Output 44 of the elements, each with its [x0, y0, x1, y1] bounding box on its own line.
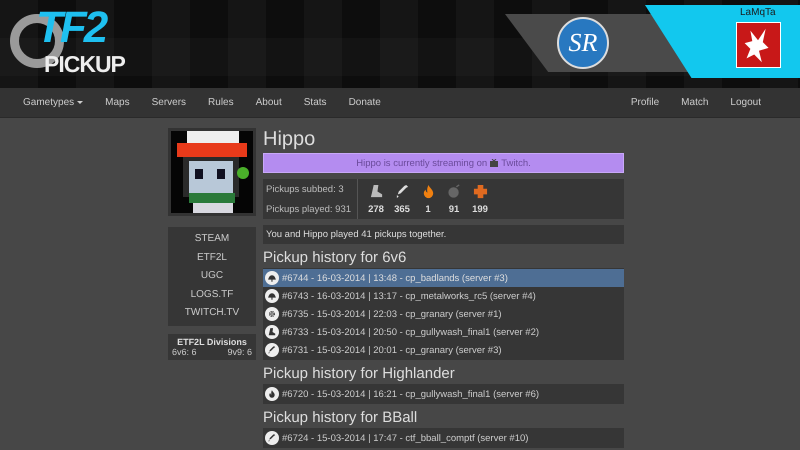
streaming-text: Hippo is currently streaming on: [356, 158, 488, 168]
nav-link[interactable]: About: [244, 97, 293, 108]
history-row[interactable]: #6733 - 15-03-2014 | 20:50 - cp_gullywash_final1 (server #2): [263, 323, 624, 341]
nav-link[interactable]: Profile: [620, 97, 670, 108]
together-text: You and Hippo played 41 pickups together.: [263, 225, 624, 244]
nav-link[interactable]: Rules: [197, 97, 245, 108]
history-row[interactable]: #6724 - 15-03-2014 | 17:47 - ctf_bball_comptf (server #10): [263, 429, 624, 447]
history-row[interactable]: #6731 - 15-03-2014 | 20:01 - cp_granary (server #3): [263, 341, 624, 359]
section-heading: Pickup history for BBall: [263, 409, 418, 426]
tv-icon: [490, 159, 498, 167]
external-site-link[interactable]: ETF2L: [196, 248, 227, 267]
division-label: 6v6: 6: [172, 346, 197, 356]
external-site-link[interactable]: LOGS.TF: [190, 286, 234, 304]
nav-link[interactable]: Gametypes: [12, 97, 94, 108]
history-row[interactable]: #6744 - 16-03-2014 | 13:48 - cp_badlands (server #3): [263, 269, 624, 287]
class-count: 199: [472, 204, 488, 214]
user-avatar[interactable]: [736, 22, 781, 68]
division-label: 9v9: 6: [227, 346, 252, 356]
section-heading: Pickup history for Highlander: [263, 365, 456, 382]
player-name: Hippo: [263, 128, 316, 150]
section-heading: Pickup history for 6v6: [263, 249, 408, 266]
external-site-link[interactable]: STEAM: [194, 230, 230, 248]
nav-link[interactable]: Logout: [719, 97, 772, 108]
username[interactable]: LaMqTa: [740, 7, 776, 19]
cross-icon: [472, 184, 488, 198]
history-row[interactable]: #6743 - 16-03-2014 | 13:17 - cp_metalworks_rc5 (server #4): [263, 287, 624, 305]
nav-link[interactable]: Servers: [140, 97, 198, 108]
external-site-link[interactable]: TWITCH.TV: [184, 304, 240, 322]
history-row[interactable]: #6720 - 15-03-2014 | 16:21 - cp_gullywash_final1 (server #6): [263, 385, 624, 403]
boot-icon: [368, 184, 384, 198]
class-count: 278: [368, 204, 384, 214]
subbed-count: Pickups subbed: 3: [266, 184, 345, 194]
played-count: Pickups played: 931: [266, 204, 352, 214]
nav-link[interactable]: Stats: [292, 97, 338, 108]
nav-link[interactable]: Maps: [94, 97, 141, 108]
nav-link[interactable]: Donate: [338, 97, 392, 108]
nav-link[interactable]: Match: [670, 97, 720, 108]
class-count: 1: [425, 204, 431, 214]
class-count: 91: [448, 204, 460, 214]
bomb-icon: [446, 184, 462, 198]
divisions-title: ETF2L Divisions: [177, 336, 247, 346]
external-site-link[interactable]: UGC: [200, 267, 224, 286]
class-count: 365: [394, 204, 410, 214]
history-row[interactable]: #6735 - 15-03-2014 | 22:03 - cp_granary (server #1): [263, 305, 624, 323]
